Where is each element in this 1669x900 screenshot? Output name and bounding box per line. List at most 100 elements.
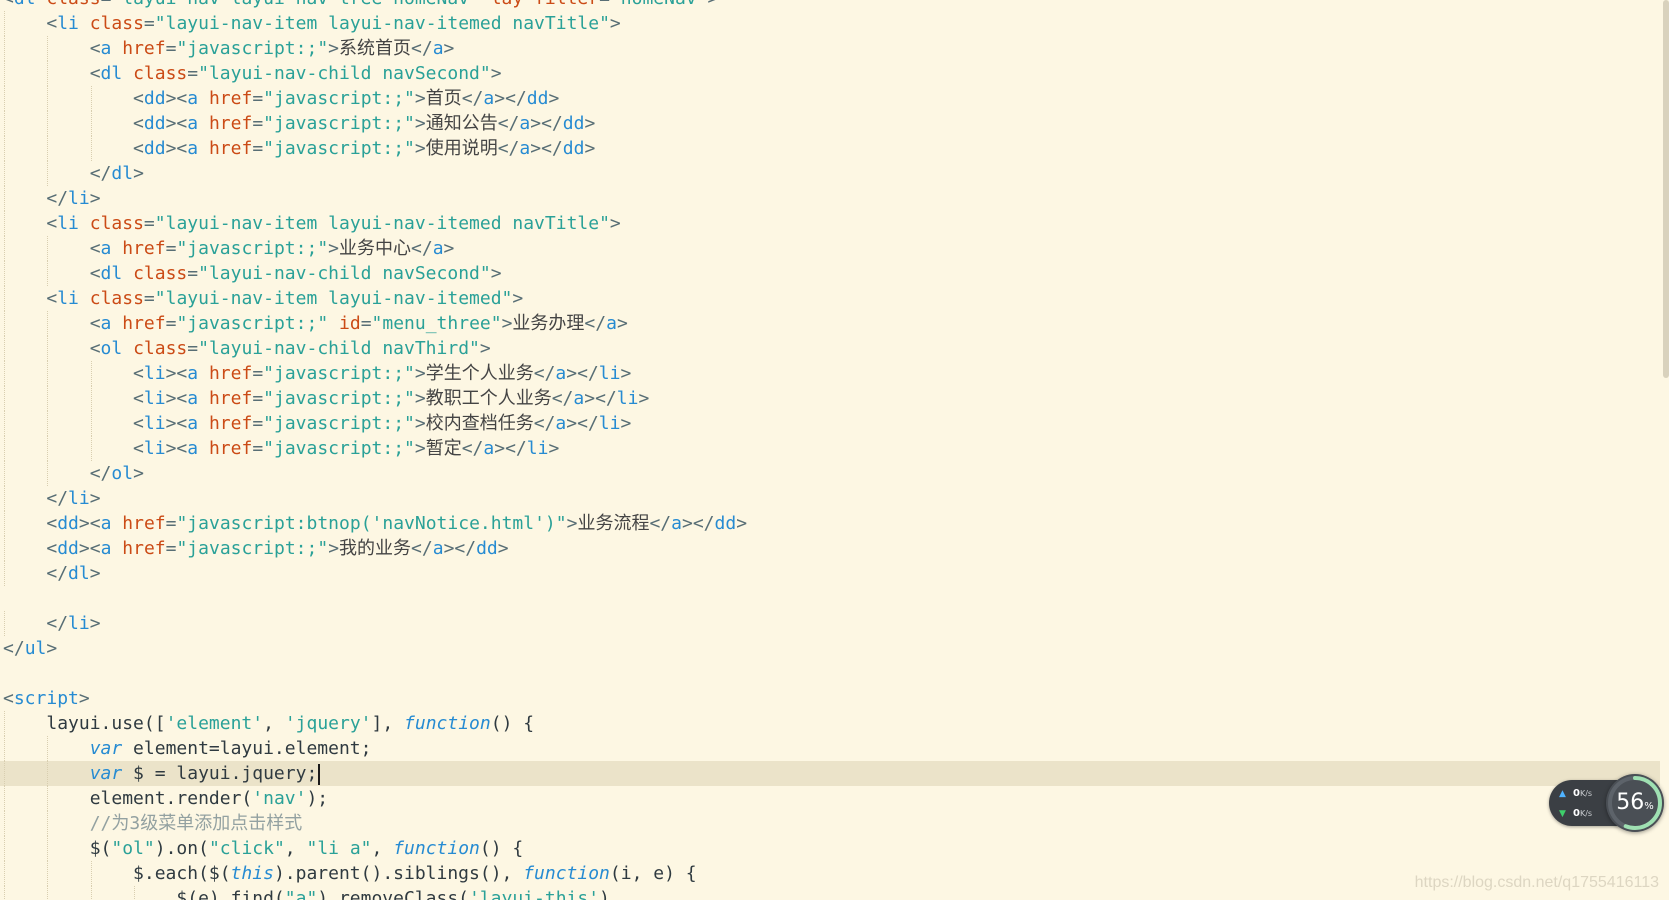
code-token: element.render( <box>89 788 253 809</box>
code-token: < <box>133 113 144 134</box>
indent-guide <box>90 861 92 886</box>
code-token: </ <box>533 413 556 434</box>
code-line[interactable]: var $ = layui.jquery; <box>0 761 1660 786</box>
code-token: > <box>328 238 339 259</box>
code-line[interactable] <box>0 661 1660 686</box>
code-token: < <box>46 538 58 559</box>
network-monitor-widget[interactable]: ▲ 0K/s ▼ 0K/s 56% <box>1549 774 1667 842</box>
code-line[interactable]: <dd><a href="javascript:;">使用说明</a></dd> <box>0 136 1660 161</box>
code-line[interactable]: $(e).find("a").removeClass('layui-this') <box>0 886 1660 900</box>
code-line[interactable]: $("ol").on("click", "li a", function() { <box>0 836 1660 861</box>
code-token: $( <box>89 838 112 859</box>
code-line[interactable]: <li><a href="javascript:;">学生个人业务</a></l… <box>0 361 1660 386</box>
code-token: href <box>208 388 253 409</box>
indent-guide <box>90 136 92 161</box>
indent-guide <box>47 336 49 361</box>
code-token: > <box>443 38 455 59</box>
code-token: dl <box>100 63 123 84</box>
code-line[interactable]: <ol class="layui-nav-child navThird"> <box>0 336 1660 361</box>
code-line[interactable]: layui.use(['element', 'jquery'], functio… <box>0 711 1660 736</box>
indent-guide <box>47 361 49 386</box>
code-token: class <box>133 338 188 359</box>
code-line[interactable]: </ul> <box>0 636 1660 661</box>
code-token: </ <box>46 188 69 209</box>
code-line[interactable]: <dd><a href="javascript:;">我的业务</a></dd> <box>0 536 1660 561</box>
code-line[interactable]: $.each($(this).parent().siblings(), func… <box>0 861 1660 886</box>
code-line[interactable]: </ol> <box>0 461 1660 486</box>
code-editor[interactable]: <dl class="layui-nav layui-nav-tree home… <box>0 0 1669 900</box>
indent-guide <box>47 736 49 761</box>
code-line[interactable]: </dl> <box>0 161 1660 186</box>
code-token: > <box>89 613 101 634</box>
code-token: > <box>584 113 596 134</box>
code-line[interactable]: <dd><a href="javascript:;">通知公告</a></dd> <box>0 111 1660 136</box>
code-token: 使用说明 <box>425 138 498 159</box>
code-line[interactable]: <li><a href="javascript:;">校内查档任务</a></l… <box>0 411 1660 436</box>
code-token: class <box>89 13 144 34</box>
indent-guide <box>4 236 5 261</box>
code-token: < <box>133 388 144 409</box>
cpu-usage-gauge[interactable]: 56% <box>1606 774 1664 832</box>
code-token: "layui-nav-item layui-nav-itemed navTitl… <box>154 213 610 234</box>
code-line[interactable]: <li class="layui-nav-item layui-nav-item… <box>0 211 1660 236</box>
upload-speed: ▲ 0K/s <box>1559 788 1593 799</box>
code-token: $.each($( <box>133 863 231 884</box>
code-line[interactable]: </li> <box>0 611 1660 636</box>
code-line[interactable]: <li><a href="javascript:;">暂定</a></li> <box>0 436 1660 461</box>
code-line[interactable]: <dl class="layui-nav-child navSecond"> <box>0 261 1660 286</box>
code-line[interactable]: <a href="javascript:;">系统首页</a> <box>0 36 1660 61</box>
code-line[interactable]: </li> <box>0 486 1660 511</box>
code-token: > <box>479 338 491 359</box>
code-token: > <box>707 0 718 9</box>
code-line[interactable]: <dd><a href="javascript:;">首页</a></dd> <box>0 86 1660 111</box>
code-line[interactable]: <script> <box>0 686 1660 711</box>
code-line[interactable]: <dl class="layui-nav layui-nav-tree home… <box>0 0 1660 11</box>
indent-guide <box>134 886 136 900</box>
cpu-usage-label: 56% <box>1616 790 1654 815</box>
indent-guide <box>47 386 49 411</box>
code-token: ).on( <box>154 838 209 859</box>
code-token: </ <box>461 88 484 109</box>
code-token: </ <box>89 463 112 484</box>
code-token: li <box>598 363 621 384</box>
vertical-scrollbar[interactable] <box>1663 0 1669 900</box>
code-token: href <box>208 438 253 459</box>
scrollbar-thumb[interactable] <box>1663 0 1669 378</box>
code-line[interactable]: </li> <box>0 186 1660 211</box>
code-line[interactable]: <li><a href="javascript:;">教职工个人业务</a></… <box>0 386 1660 411</box>
code-token: function <box>404 713 491 734</box>
code-line[interactable] <box>0 586 1660 611</box>
code-line[interactable]: //为3级菜单添加点击样式 <box>0 811 1660 836</box>
code-line[interactable]: var element=layui.element; <box>0 736 1660 761</box>
code-token: a <box>573 388 585 409</box>
indent-guide <box>4 411 5 436</box>
code-line[interactable]: <li class="layui-nav-item layui-nav-item… <box>0 11 1660 36</box>
code-line[interactable]: element.render('nav'); <box>0 786 1660 811</box>
code-token: > <box>133 463 144 484</box>
code-line[interactable]: <a href="javascript:;">业务中心</a> <box>0 236 1660 261</box>
code-token: href <box>122 38 166 59</box>
code-token: "menu_three" <box>371 313 502 334</box>
code-lines[interactable]: <dl class="layui-nav layui-nav-tree home… <box>0 0 1660 900</box>
code-token: > <box>490 263 502 284</box>
code-token: > <box>566 513 578 534</box>
code-line[interactable]: <a href="javascript:;" id="menu_three">业… <box>0 311 1660 336</box>
code-token: this <box>230 863 274 884</box>
code-line[interactable]: <dl class="layui-nav-child navSecond"> <box>0 61 1660 86</box>
code-token: "javascript:;" <box>176 538 329 559</box>
indent-guide <box>4 186 5 211</box>
code-line[interactable]: <dd><a href="javascript:btnop('navNotice… <box>0 511 1660 536</box>
code-line[interactable]: </dl> <box>0 561 1660 586</box>
code-token: function <box>523 863 610 884</box>
code-token: script <box>13 688 79 709</box>
code-line[interactable]: <li class="layui-nav-item layui-nav-item… <box>0 286 1660 311</box>
code-token: li <box>57 13 79 34</box>
code-token: = <box>252 88 264 109</box>
